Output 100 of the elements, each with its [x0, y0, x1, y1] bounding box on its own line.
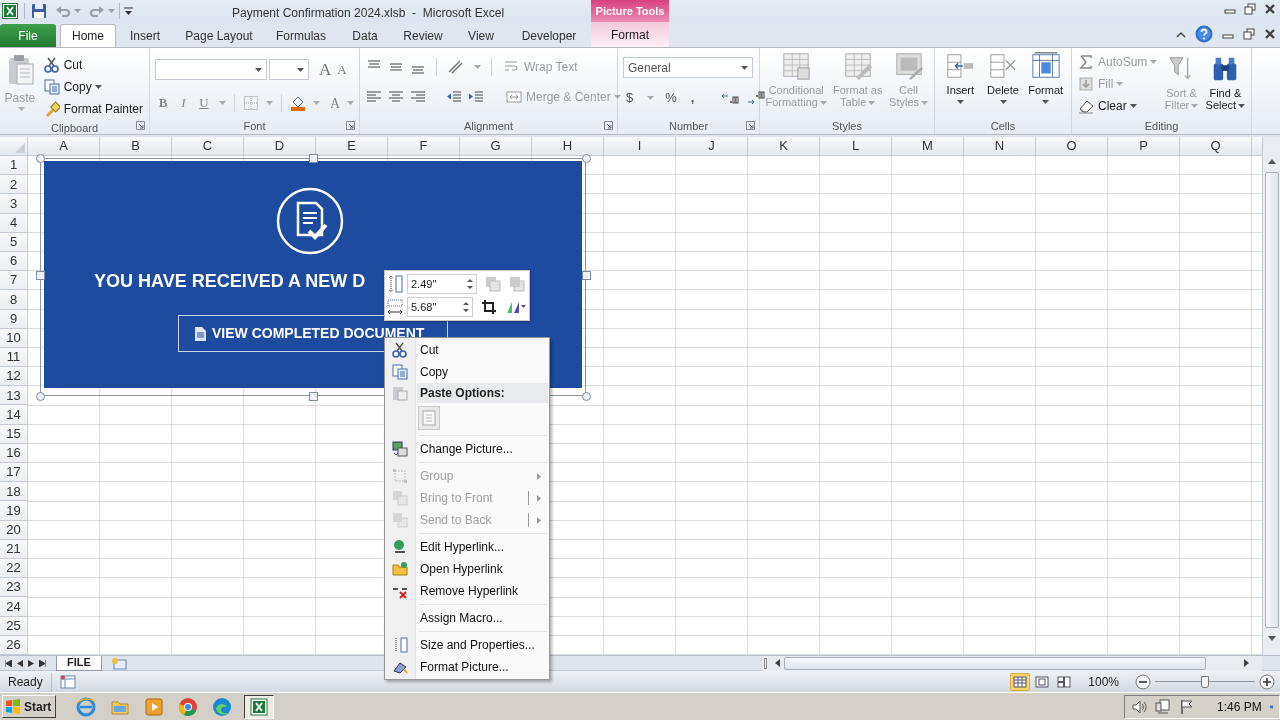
align-center-icon[interactable] — [388, 89, 404, 105]
ribbon-tab[interactable]: View — [454, 24, 508, 47]
column-header[interactable]: Q — [1180, 137, 1252, 155]
column-header[interactable]: G — [460, 137, 532, 155]
collapse-ribbon-icon[interactable] — [1176, 30, 1186, 38]
row-header[interactable]: 4 — [0, 213, 28, 233]
sheet-tab[interactable]: FILE — [56, 655, 102, 671]
ribbon-button[interactable]: Insert — [941, 48, 980, 118]
help-icon[interactable] — [1195, 25, 1213, 43]
close-icon[interactable] — [1264, 3, 1276, 15]
menu-item[interactable]: Size and Properties... — [420, 634, 549, 656]
column-header[interactable]: P — [1108, 137, 1180, 155]
row-header[interactable]: 25 — [0, 616, 28, 636]
customize-toolbar-icon[interactable] — [124, 6, 133, 16]
horizontal-scrollbar[interactable] — [762, 655, 1262, 671]
menu-item[interactable]: Format Picture... — [420, 656, 549, 678]
row-header[interactable]: 20 — [0, 520, 28, 540]
restore-icon[interactable] — [1243, 28, 1255, 40]
row-header[interactable]: 22 — [0, 558, 28, 579]
currency-button[interactable]: $ — [623, 88, 637, 108]
ribbon-tab[interactable]: Developer — [508, 24, 590, 47]
row-header[interactable]: 19 — [0, 501, 28, 521]
shape-width-icon[interactable] — [387, 298, 403, 316]
undo-icon[interactable] — [55, 3, 71, 19]
ribbon-tab[interactable]: Data — [338, 24, 392, 47]
menu-item[interactable]: Edit Hyperlink... — [420, 536, 549, 558]
row-header[interactable]: 2 — [0, 175, 28, 195]
resize-handle[interactable] — [582, 271, 591, 280]
number-format-field[interactable]: General — [623, 57, 753, 78]
ribbon-button[interactable]: Delete — [983, 48, 1023, 118]
resize-handle[interactable] — [309, 392, 318, 401]
column-header[interactable]: I — [604, 137, 676, 155]
row-header[interactable]: 7 — [0, 271, 28, 291]
row-header[interactable]: 6 — [0, 251, 28, 272]
grow-font-button[interactable]: A — [317, 57, 334, 83]
ribbon-tab[interactable]: Format — [591, 22, 669, 47]
zoom-out-icon[interactable] — [1135, 673, 1151, 690]
decrease-indent-icon[interactable] — [446, 89, 462, 105]
resize-handle[interactable] — [36, 271, 45, 280]
width-field[interactable]: 5.68" — [407, 297, 473, 317]
row-header[interactable]: 11 — [0, 347, 28, 368]
row-header[interactable]: 17 — [0, 463, 28, 483]
fill-color-icon[interactable] — [289, 95, 306, 111]
menu-item[interactable]: Assign Macro... — [420, 607, 549, 629]
ribbon-tab[interactable]: Formulas — [264, 24, 338, 47]
ribbon-button[interactable]: Find & Select — [1203, 51, 1247, 118]
shape-height-icon[interactable] — [387, 275, 403, 293]
dialog-launcher-icon[interactable] — [346, 121, 355, 130]
taskbar-app-button[interactable] — [244, 694, 274, 719]
row-header[interactable]: 26 — [0, 635, 28, 655]
row-header[interactable]: 13 — [0, 386, 28, 406]
cut-button[interactable]: Cut — [41, 54, 145, 76]
row-header[interactable]: 15 — [0, 424, 28, 444]
row-header[interactable]: 23 — [0, 578, 28, 598]
menu-item[interactable]: Open Hyperlink — [420, 558, 549, 580]
speaker-icon[interactable] — [1131, 698, 1147, 715]
resize-handle[interactable] — [36, 392, 45, 401]
resize-handle[interactable] — [582, 154, 591, 163]
font-name-field[interactable] — [155, 59, 267, 81]
first-sheet-icon[interactable] — [5, 659, 12, 667]
close-icon[interactable] — [1264, 28, 1276, 40]
flag-icon[interactable] — [1179, 698, 1195, 715]
row-header[interactable]: 24 — [0, 597, 28, 617]
ribbon-tab[interactable]: Page Layout — [174, 24, 264, 47]
row-header[interactable]: 16 — [0, 443, 28, 463]
row-header[interactable]: 14 — [0, 405, 28, 425]
text-orientation-icon[interactable] — [447, 59, 465, 75]
ribbon-tab[interactable]: Review — [392, 24, 454, 47]
restore-icon[interactable] — [1244, 3, 1256, 15]
dialog-launcher-icon[interactable] — [136, 121, 145, 130]
menu-item[interactable]: Copy — [420, 361, 549, 383]
view-button[interactable] — [1010, 672, 1031, 691]
column-header[interactable]: O — [1036, 137, 1108, 155]
align-right-icon[interactable] — [410, 89, 426, 105]
ribbon-button[interactable]: Format — [1026, 48, 1065, 118]
resize-handle[interactable] — [582, 392, 591, 401]
ribbon-tab[interactable]: Home — [60, 24, 116, 47]
format-painter-button[interactable]: Format Painter — [41, 98, 145, 120]
row-header[interactable]: 21 — [0, 539, 28, 559]
row-header[interactable]: 3 — [0, 194, 28, 214]
dialog-launcher-icon[interactable] — [604, 121, 613, 130]
column-header[interactable]: B — [100, 137, 172, 155]
column-header[interactable]: F — [388, 137, 460, 155]
shrink-font-button[interactable]: A — [335, 60, 349, 80]
dialog-launcher-icon[interactable] — [746, 121, 755, 130]
comma-style-button[interactable]: , — [687, 88, 698, 108]
column-header[interactable]: K — [748, 137, 820, 155]
save-icon[interactable] — [31, 3, 47, 19]
ribbon-button[interactable]: Clear — [1076, 95, 1160, 117]
row-header[interactable]: 18 — [0, 482, 28, 502]
row-header[interactable]: 12 — [0, 367, 28, 387]
vertical-scrollbar[interactable] — [1262, 137, 1280, 655]
previous-sheet-icon[interactable] — [17, 659, 23, 667]
font-size-field[interactable] — [269, 59, 309, 81]
redo-icon[interactable] — [89, 3, 105, 19]
next-sheet-icon[interactable] — [28, 659, 34, 667]
menu-item[interactable]: Remove Hyperlink — [420, 580, 549, 602]
row-header[interactable]: 1 — [0, 156, 28, 176]
column-header[interactable]: L — [820, 137, 892, 155]
column-header[interactable]: M — [892, 137, 964, 155]
